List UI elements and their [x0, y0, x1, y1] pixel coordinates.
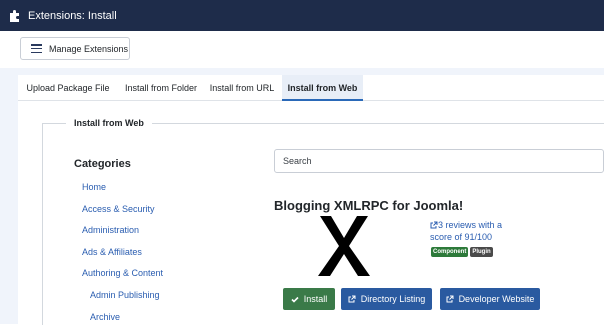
badge-component: Component — [431, 247, 469, 257]
tab-install-folder[interactable]: Install from Folder — [118, 75, 204, 100]
search-input[interactable] — [274, 149, 604, 173]
install-label: Install — [303, 294, 328, 304]
page-title: Extensions: Install — [28, 9, 117, 22]
directory-listing-button[interactable]: Directory Listing — [341, 288, 432, 310]
reviews-text: 3 reviews with a score of 91/100 — [430, 220, 503, 242]
puzzle-icon — [9, 9, 22, 22]
developer-website-label: Developer Website — [458, 294, 535, 304]
directory-listing-label: Directory Listing — [360, 294, 426, 304]
category-authoring-content[interactable]: Authoring & Content — [82, 268, 163, 278]
check-icon — [291, 296, 299, 303]
tab-install-web[interactable]: Install from Web — [282, 75, 363, 101]
install-button[interactable]: Install — [283, 288, 335, 310]
tab-upload-package[interactable]: Upload Package File — [18, 75, 118, 100]
category-archive[interactable]: Archive — [90, 312, 120, 322]
external-link-icon — [430, 221, 438, 229]
developer-website-button[interactable]: Developer Website — [440, 288, 540, 310]
external-link-icon — [348, 295, 356, 303]
extension-badges: Component Plugin — [431, 247, 493, 257]
extension-title[interactable]: Blogging XMLRPC for Joomla! — [274, 198, 463, 213]
category-home[interactable]: Home — [82, 182, 106, 192]
header-bar: Extensions: Install — [0, 0, 604, 31]
fieldset-legend: Install from Web — [66, 118, 152, 128]
tab-install-url[interactable]: Install from URL — [204, 75, 280, 100]
category-administration[interactable]: Administration — [82, 225, 139, 235]
reviews-link[interactable]: 3 reviews with a score of 91/100 — [430, 219, 520, 243]
category-admin-publishing[interactable]: Admin Publishing — [90, 290, 160, 300]
manage-extensions-label: Manage Extensions — [49, 43, 129, 54]
categories-heading: Categories — [74, 158, 131, 170]
category-access-security[interactable]: Access & Security — [82, 204, 155, 214]
external-link-icon — [446, 295, 454, 303]
install-tabs: Upload Package File Install from Folder … — [18, 75, 604, 101]
manage-extensions-button[interactable]: Manage Extensions — [20, 37, 130, 60]
list-icon — [31, 44, 42, 53]
x-placeholder-icon — [318, 214, 370, 278]
category-ads-affiliates[interactable]: Ads & Affiliates — [82, 247, 142, 257]
badge-plugin: Plugin — [470, 247, 493, 257]
